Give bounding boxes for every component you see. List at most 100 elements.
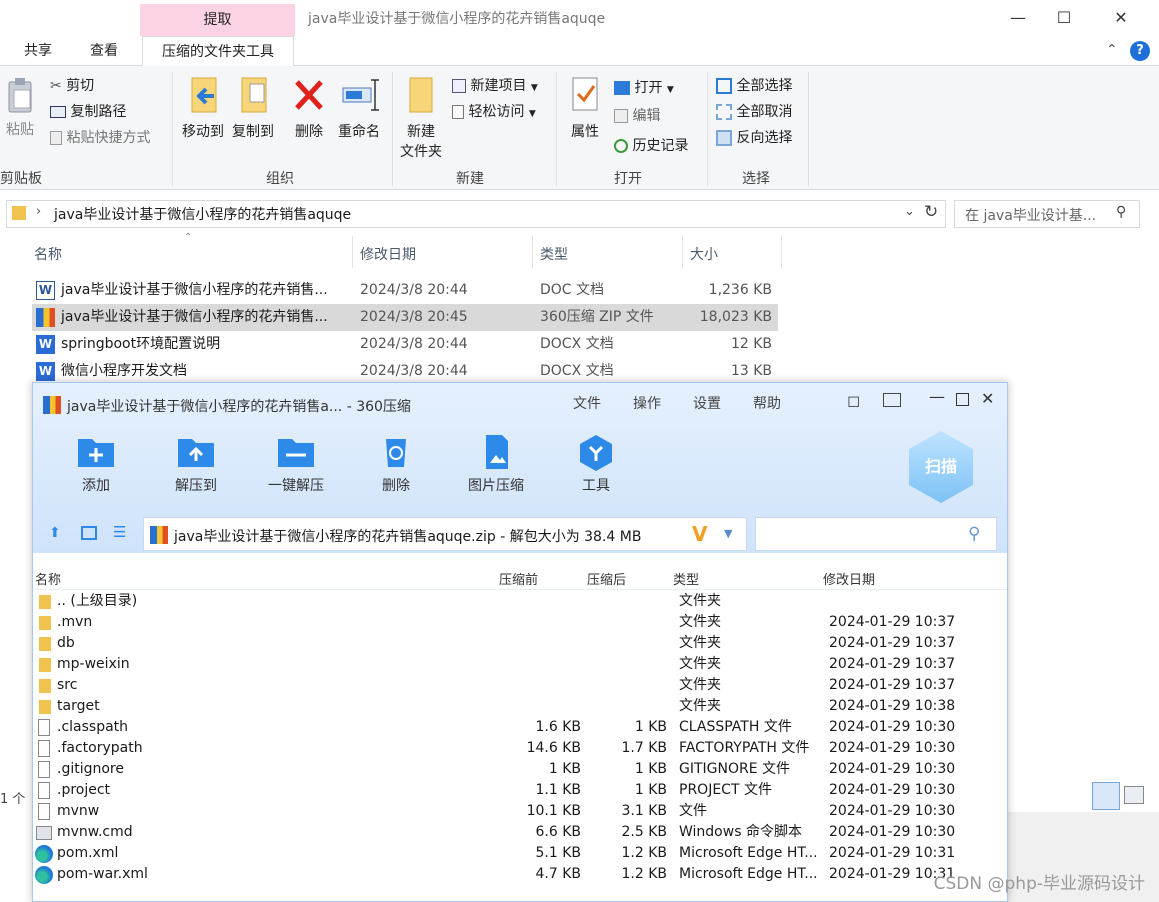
zip-delete-button[interactable]: 删除 — [351, 433, 441, 495]
thumbnail-view-icon[interactable] — [81, 526, 97, 540]
menu-help[interactable]: 帮助 — [753, 393, 781, 413]
zip-table-row[interactable]: .mvn 文件夹 2024-01-29 10:37 — [33, 612, 1007, 633]
zip-search-input[interactable]: ⚲ — [755, 517, 997, 551]
easy-access-button[interactable]: 轻松访问 ▼ — [452, 100, 536, 124]
zip-table-row[interactable]: mvnw.cmd 6.6 KB 2.5 KB Windows 命令脚本 2024-01-… — [33, 822, 1007, 843]
header-divider — [33, 589, 1007, 590]
zip-item-date: 2024-01-29 10:30 — [829, 782, 956, 798]
zip-table-row[interactable]: .project 1.1 KB 1 KB PROJECT 文件 2024-01-29 1… — [33, 780, 1007, 801]
copy-path-button[interactable]: 复制路径 — [50, 100, 126, 124]
edge-icon — [35, 845, 53, 863]
zip-path-bar[interactable]: java毕业设计基于微信小程序的花卉销售aquqe.zip - 解包大小为 38… — [143, 517, 747, 551]
word-icon: W — [36, 335, 55, 354]
file-row[interactable]: W java毕业设计基于微信小程序的花卉销售... 2024/3/8 20:44… — [32, 277, 778, 304]
select-none-button[interactable]: 全部取消 — [716, 100, 792, 124]
paste-shortcut-button[interactable]: 粘贴快捷方式 — [50, 126, 150, 150]
file-row[interactable]: W springboot环境配置说明 2024/3/8 20:44 DOCX 文… — [32, 331, 778, 358]
zip-minimize-button[interactable]: — — [929, 387, 945, 406]
zip-table-row[interactable]: src 文件夹 2024-01-29 10:37 — [33, 675, 1007, 696]
search-input[interactable]: 在 java毕业设计基... — [954, 200, 1140, 228]
zip-column-type[interactable]: 类型 — [673, 569, 699, 588]
zip-table-row[interactable]: mvnw 10.1 KB 3.1 KB 文件 2024-01-29 10:30 — [33, 801, 1007, 822]
new-item-button[interactable]: 新建项目 ▼ — [452, 74, 538, 98]
column-date[interactable]: 修改日期 — [360, 244, 416, 264]
copy-to-button[interactable]: 复制到 — [228, 76, 278, 142]
zip-column-name[interactable]: 名称 — [35, 569, 61, 588]
minimize-button[interactable]: — — [995, 4, 1041, 32]
zip-table-row[interactable]: pom.xml 5.1 KB 1.2 KB Microsoft Edge HT... 2… — [33, 843, 1007, 864]
select-all-button[interactable]: 全部选择 — [716, 74, 792, 98]
zip-column-after[interactable]: 压缩后 — [587, 569, 626, 588]
extract-to-button[interactable]: 解压到 — [151, 433, 241, 495]
zip-table-row[interactable]: db 文件夹 2024-01-29 10:37 — [33, 633, 1007, 654]
skin-shirt-icon[interactable]: ◻ — [847, 391, 860, 410]
zip-column-before[interactable]: 压缩前 — [499, 569, 538, 588]
details-view-icon[interactable] — [1092, 782, 1120, 810]
rename-button[interactable]: 重命名 — [334, 76, 384, 142]
file-row[interactable]: java毕业设计基于微信小程序的花卉销售... 2024/3/8 20:45 3… — [32, 304, 778, 331]
tab-compressed-folder-tools[interactable]: 压缩的文件夹工具 — [142, 36, 294, 66]
zip-maximize-button[interactable] — [956, 393, 969, 406]
list-view-icon[interactable]: ☰ — [113, 523, 126, 541]
file-row[interactable]: W 微信小程序开发文档 2024/3/8 20:44 DOCX 文档 13 KB — [32, 358, 778, 385]
one-click-extract-button[interactable]: 一键解压 — [251, 433, 341, 495]
move-to-button[interactable]: 移动到 — [178, 76, 228, 142]
group-clipboard-label: 剪贴板 — [0, 171, 42, 187]
edit-label: 编辑 — [632, 108, 661, 124]
zip-table-row[interactable]: .factorypath 14.6 KB 1.7 KB FACTORYPATH 文件 2… — [33, 738, 1007, 759]
column-separator[interactable] — [352, 236, 353, 268]
delete-button[interactable]: 删除 — [288, 76, 330, 142]
column-separator[interactable] — [532, 236, 533, 268]
file-size: 1,236 KB — [708, 282, 772, 298]
help-icon[interactable]: ? — [1130, 41, 1150, 61]
image-compress-label: 图片压缩 — [468, 478, 524, 494]
column-type[interactable]: 类型 — [540, 244, 568, 264]
menu-operation[interactable]: 操作 — [633, 393, 661, 413]
file-icon — [38, 782, 50, 799]
zip-window: java毕业设计基于微信小程序的花卉销售a... - 360压缩 文件 操作 设… — [32, 382, 1008, 902]
image-compress-button[interactable]: 图片压缩 — [451, 433, 541, 495]
menu-settings[interactable]: 设置 — [693, 393, 721, 413]
feedback-icon[interactable] — [883, 393, 901, 407]
file-icon — [38, 719, 50, 736]
zip-item-name: target — [57, 698, 100, 714]
zip-column-date[interactable]: 修改日期 — [823, 569, 875, 588]
column-separator[interactable] — [682, 236, 683, 268]
zip-table-row[interactable]: .. (上级目录) 文件夹 — [33, 591, 1007, 612]
tools-button[interactable]: 工具 — [551, 433, 641, 495]
add-button[interactable]: 添加 — [51, 433, 141, 495]
history-button[interactable]: 历史记录 — [614, 134, 688, 158]
tab-view[interactable]: 查看 — [76, 36, 132, 66]
zip-table-row[interactable]: mp-weixin 文件夹 2024-01-29 10:37 — [33, 654, 1007, 675]
zip-search-icon[interactable]: ⚲ — [968, 524, 980, 544]
zip-item-type: 文件夹 — [679, 656, 721, 672]
column-name[interactable]: 名称 — [34, 244, 62, 264]
properties-button[interactable]: 属性 — [564, 76, 606, 142]
zip-item-size-before: 10.1 KB — [526, 803, 581, 819]
open-button[interactable]: 打开 ▼ — [614, 76, 674, 100]
invert-selection-button[interactable]: 反向选择 — [716, 126, 792, 150]
path-dropdown-icon[interactable]: ▼ — [724, 527, 732, 540]
refresh-icon[interactable]: ↻ — [924, 202, 938, 222]
paste-button[interactable]: 粘贴 — [0, 76, 40, 140]
large-icons-view-icon[interactable] — [1124, 786, 1144, 804]
new-folder-button[interactable]: 新建 文件夹 — [398, 76, 444, 162]
edit-button[interactable]: 编辑 — [614, 104, 660, 128]
collapse-ribbon-icon[interactable]: ⌃ — [1106, 42, 1118, 58]
zip-table-row[interactable]: .classpath 1.6 KB 1 KB CLASSPATH 文件 2024-01-… — [33, 717, 1007, 738]
column-size[interactable]: 大小 — [690, 244, 718, 264]
tab-share[interactable]: 共享 — [10, 36, 66, 66]
up-arrow-icon[interactable]: ⬆ — [49, 525, 61, 541]
address-dropdown-icon[interactable]: ⌄ — [904, 204, 915, 219]
column-separator[interactable] — [781, 236, 782, 268]
close-button[interactable]: ✕ — [1098, 4, 1144, 32]
menu-file[interactable]: 文件 — [573, 393, 601, 413]
zip-table-row[interactable]: pom-war.xml 4.7 KB 1.2 KB Microsoft Edge HT… — [33, 864, 1007, 885]
maximize-button[interactable]: ☐ — [1041, 4, 1087, 32]
zip-table-row[interactable]: target 文件夹 2024-01-29 10:38 — [33, 696, 1007, 717]
zip-table-row[interactable]: .gitignore 1 KB 1 KB GITIGNORE 文件 2024-01-29… — [33, 759, 1007, 780]
zip-path-text: java毕业设计基于微信小程序的花卉销售aquqe.zip - 解包大小为 38… — [174, 529, 642, 545]
cut-button[interactable]: ✂ 剪切 — [50, 74, 94, 98]
zip-close-button[interactable]: ✕ — [981, 389, 994, 408]
tab-extract[interactable]: 提取 — [140, 4, 295, 36]
